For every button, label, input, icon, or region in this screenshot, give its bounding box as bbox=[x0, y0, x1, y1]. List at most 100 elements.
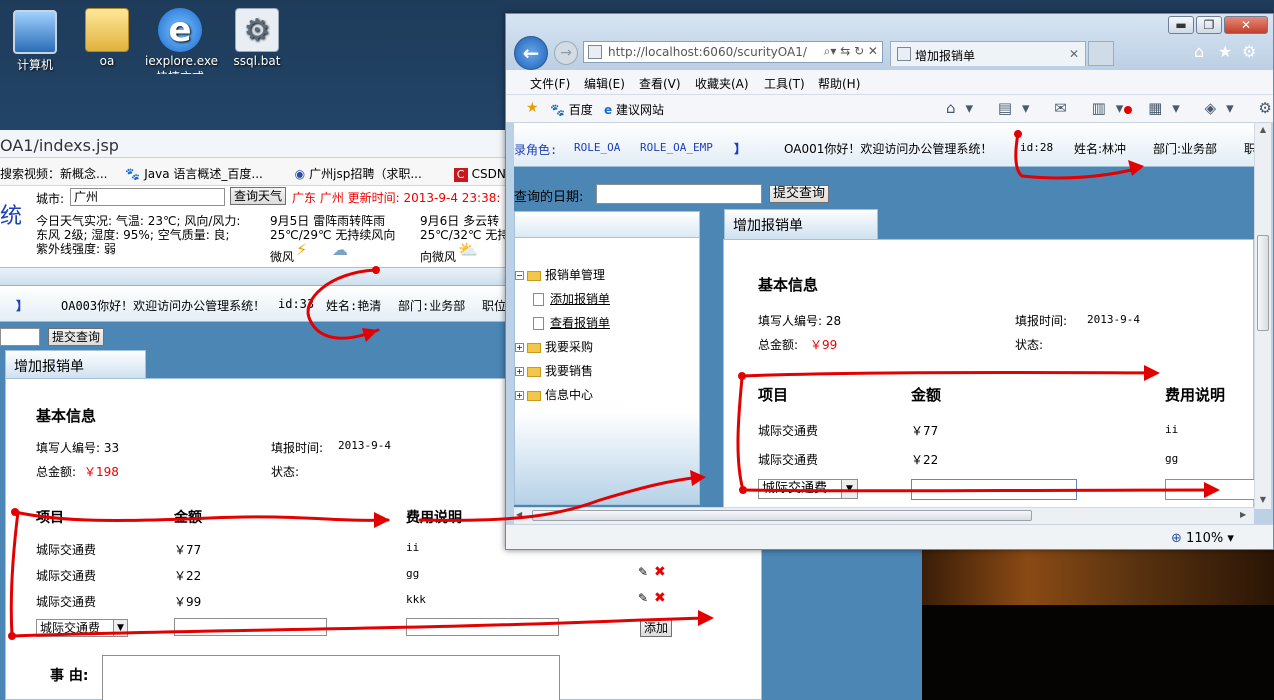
tree-footer-gradient bbox=[515, 412, 699, 504]
weather-update-time: 广东 广州 更新时间: 2013-9-4 23:38: bbox=[292, 191, 501, 205]
delete-icon[interactable]: ✖ bbox=[654, 564, 666, 580]
ie-status-bar: ⊕ 110% ▾ bbox=[506, 524, 1273, 549]
bg-row-item: 城际交通费 bbox=[36, 569, 97, 583]
ie-greeting: OA001你好！欢迎访问办公管理系统！ bbox=[784, 142, 993, 156]
desktop-icon-label: 计算机 bbox=[16, 58, 53, 72]
hscroll-thumb[interactable] bbox=[532, 510, 1032, 521]
bg-item-select[interactable]: 城际交通费 ▼ bbox=[36, 619, 128, 637]
bg-address-text: OA1/indexs.jsp bbox=[0, 136, 119, 155]
fav-suggested[interactable]: e 建议网站 bbox=[604, 101, 664, 118]
bg-user-dept: 部门:业务部 bbox=[398, 299, 466, 313]
menu-edit[interactable]: 编辑(E) bbox=[584, 75, 625, 92]
bg-tab-add-expense[interactable]: 增加报销单 bbox=[5, 350, 146, 378]
bg-row-amount: ￥99 bbox=[174, 595, 202, 609]
desktop-icon-computer[interactable]: 计算机 bbox=[0, 10, 70, 73]
date-input[interactable] bbox=[596, 184, 762, 204]
ie-window: ▬ ❐ ✕ ← → http://localhost:6060/scurityO… bbox=[505, 13, 1274, 550]
bg-user-id: id:33 bbox=[278, 297, 315, 311]
ie-titlebar: ▬ ❐ ✕ ← → http://localhost:6060/scurityO… bbox=[506, 14, 1273, 70]
ie-address-bar[interactable]: http://localhost:6060/scurityOA1/ ⌕▾ ⇆ ↻… bbox=[583, 41, 883, 63]
forward-icon[interactable]: → bbox=[554, 41, 578, 65]
close-window-button[interactable]: ✕ bbox=[1224, 16, 1268, 34]
expand-icon: + bbox=[515, 367, 524, 376]
ie-menu-bar: 文件(F) 编辑(E) 查看(V) 收藏夹(A) 工具(T) 帮助(H) bbox=[506, 70, 1273, 95]
bg-amount-input[interactable] bbox=[174, 618, 327, 636]
delete-icon[interactable]: ✖ bbox=[654, 590, 666, 606]
ie-tab-add-expense[interactable]: 增加报销单 bbox=[724, 209, 878, 239]
bg-date-input[interactable] bbox=[0, 328, 40, 346]
zoom-level: 110% bbox=[1186, 531, 1224, 546]
ie-amount-input[interactable] bbox=[911, 479, 1077, 500]
bg-user-position: 职位 bbox=[482, 299, 507, 313]
search-refresh-stop-icons[interactable]: ⌕▾ ⇆ ↻ ✕ bbox=[820, 44, 878, 59]
menu-favorites[interactable]: 收藏夹(A) bbox=[695, 75, 749, 92]
maximize-button[interactable]: ❐ bbox=[1196, 16, 1222, 34]
collapse-icon: − bbox=[515, 271, 524, 280]
tree-item-expense[interactable]: − 报销单管理 bbox=[515, 266, 605, 283]
tree-item-info[interactable]: + 信息中心 bbox=[515, 386, 593, 403]
bg-add-button[interactable]: 添加 bbox=[640, 619, 673, 637]
ie-small-icon: e bbox=[604, 103, 613, 117]
system-title-fragment: 统 bbox=[0, 204, 23, 229]
back-icon[interactable]: ← bbox=[514, 36, 548, 70]
desktop-icon-sublabel: 快捷方式 bbox=[145, 68, 215, 74]
tab-close-icon[interactable]: ✕ bbox=[1069, 47, 1079, 61]
paw-icon: 🐾 bbox=[550, 103, 565, 117]
roles-label: 录角色: bbox=[514, 143, 558, 157]
favorites-star-icon[interactable]: ★ bbox=[1218, 42, 1232, 61]
bg-submit-button[interactable]: 提交查询 bbox=[48, 328, 105, 346]
bg-reason-textarea[interactable] bbox=[102, 655, 560, 700]
new-tab-button[interactable] bbox=[1088, 41, 1114, 66]
ie-user-bar: 录角色: ROLE_OA ROLE_OA_EMP 】 OA001你好！欢迎访问办… bbox=[514, 123, 1254, 167]
bg-fav-item[interactable]: ◉ 广州jsp招聘（求职... bbox=[295, 167, 436, 181]
ie-vertical-scrollbar[interactable]: ▲ ▼ bbox=[1254, 123, 1271, 509]
menu-tools[interactable]: 工具(T) bbox=[764, 75, 805, 92]
edit-icon[interactable]: ✎ bbox=[638, 591, 648, 605]
fav-baidu[interactable]: 🐾 百度 bbox=[550, 101, 593, 118]
tree-item-view-expense[interactable]: 查看报销单 bbox=[533, 314, 610, 331]
ie-item-select[interactable]: 城际交通费 ▼ bbox=[758, 479, 858, 499]
menu-help[interactable]: 帮助(H) bbox=[818, 75, 860, 92]
desktop-icon-iexplore[interactable]: e iexplore.exe 快捷方式 bbox=[145, 8, 218, 74]
scroll-thumb[interactable] bbox=[1257, 235, 1269, 331]
scroll-down-icon[interactable]: ▼ bbox=[1256, 495, 1270, 504]
home-icon[interactable]: ⌂ bbox=[1194, 42, 1204, 61]
ie-tab[interactable]: 增加报销单 ✕ bbox=[890, 41, 1086, 66]
ie-submit-button[interactable]: 提交查询 bbox=[769, 185, 830, 203]
bg-note-input[interactable] bbox=[406, 618, 559, 636]
tree-panel: − 报销单管理 添加报销单 查看报销单 + 我要采购 + 我要销售 + 信息中心 bbox=[514, 211, 700, 505]
role-oa: ROLE_OA bbox=[574, 141, 621, 154]
city-label: 城市: bbox=[36, 192, 65, 206]
bg-fav-item[interactable]: 🐾 Java 语言概述_百度... bbox=[125, 167, 277, 181]
folder-icon bbox=[85, 8, 129, 52]
scroll-up-icon[interactable]: ▲ bbox=[1256, 125, 1270, 134]
tree-item-purchase[interactable]: + 我要采购 bbox=[515, 338, 593, 355]
city-input[interactable]: 广州 bbox=[70, 188, 225, 206]
desktop-icon-ssql[interactable]: ⚙ ssql.bat bbox=[222, 8, 292, 68]
tree-item-sales[interactable]: + 我要销售 bbox=[515, 362, 593, 379]
zoom-control[interactable]: ⊕ 110% ▾ bbox=[1171, 531, 1234, 546]
minimize-button[interactable]: ▬ bbox=[1168, 16, 1194, 34]
ie-horizontal-scrollbar[interactable]: ◀ ▶ bbox=[514, 507, 1254, 524]
menu-view[interactable]: 查看(V) bbox=[639, 75, 681, 92]
scroll-left-icon[interactable]: ◀ bbox=[516, 510, 522, 519]
computer-icon bbox=[13, 10, 57, 54]
ie-row-amount: ￥77 bbox=[911, 424, 939, 438]
date-label: 查询的日期: bbox=[514, 190, 584, 205]
bg-fav-item[interactable]: 搜索视频：新概念... bbox=[0, 167, 107, 181]
menu-file[interactable]: 文件(F) bbox=[530, 75, 570, 92]
ie-col-item: 项目 bbox=[758, 386, 789, 404]
desktop-icon-oa[interactable]: oa bbox=[72, 8, 142, 68]
command-bar-icons[interactable]: ⌂▾ ▤▾ ✉ ▥▾ ▦▾ ◈▾ ⚙▾ ?▾ bbox=[946, 99, 1273, 117]
favorites-icon[interactable]: ★ bbox=[526, 100, 539, 116]
query-weather-button[interactable]: 查询天气 bbox=[230, 187, 287, 205]
ie-note-input[interactable] bbox=[1165, 479, 1254, 500]
ie-url: http://localhost:6060/scurityOA1/ bbox=[608, 45, 807, 59]
weather-today: 今日天气实况: 气温: 23℃; 风向/风力: 东风 2级; 湿度: 95%; … bbox=[36, 214, 241, 256]
scroll-right-icon[interactable]: ▶ bbox=[1240, 510, 1246, 519]
tools-gear-icon[interactable]: ⚙ bbox=[1242, 42, 1256, 61]
page-icon bbox=[588, 45, 602, 59]
tree-item-add-expense[interactable]: 添加报销单 bbox=[533, 290, 610, 307]
edit-icon[interactable]: ✎ bbox=[638, 565, 648, 579]
tree-header bbox=[515, 212, 699, 238]
